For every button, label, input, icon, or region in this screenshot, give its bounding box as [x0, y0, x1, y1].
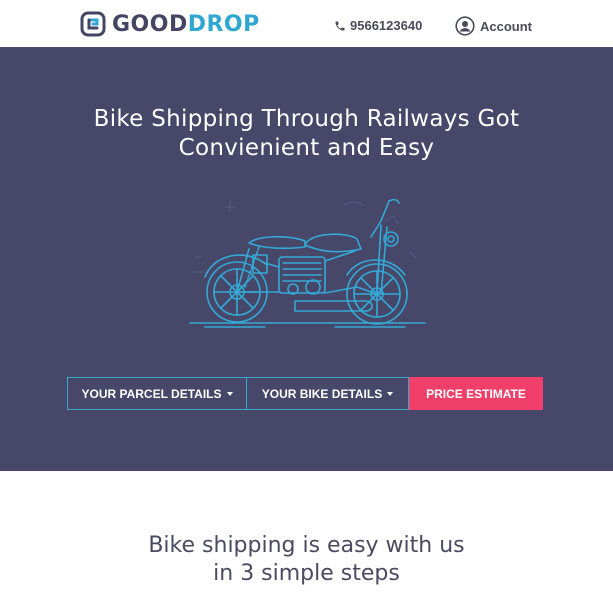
- brand-logo[interactable]: GOODDROP: [80, 10, 260, 38]
- logo-text-good: GOOD: [112, 11, 188, 37]
- caret-down-icon: [226, 392, 233, 396]
- user-circle-icon: [455, 16, 475, 36]
- phone-contact[interactable]: 9566123640: [334, 18, 422, 33]
- bike-details-dropdown[interactable]: YOUR BIKE DETAILS: [247, 377, 409, 410]
- hero-section: Bike Shipping Through Railways Got Convi…: [0, 47, 613, 471]
- steps-heading-line1: Bike shipping is easy with us: [148, 533, 465, 558]
- top-header: GOODDROP 9566123640 Account: [0, 0, 613, 47]
- account-link[interactable]: Account: [455, 16, 532, 36]
- parcel-details-label: YOUR PARCEL DETAILS: [81, 386, 222, 401]
- account-label: Account: [480, 18, 532, 34]
- price-estimate-label: PRICE ESTIMATE: [426, 386, 526, 401]
- parcel-details-dropdown[interactable]: YOUR PARCEL DETAILS: [67, 377, 247, 410]
- logo-text: GOODDROP: [112, 12, 260, 37]
- caret-down-icon: [387, 392, 394, 396]
- motorcycle-illustration: [189, 198, 426, 328]
- shipping-form-buttons: YOUR PARCEL DETAILS YOUR BIKE DETAILS PR…: [67, 377, 543, 410]
- phone-icon: [335, 21, 345, 30]
- hero-title: Bike Shipping Through Railways Got Convi…: [60, 105, 553, 163]
- bike-details-label: YOUR BIKE DETAILS: [261, 386, 383, 401]
- steps-heading-line2: in 3 simple steps: [213, 561, 400, 586]
- hero-title-line1: Bike Shipping Through Railways Got: [93, 106, 520, 132]
- steps-heading: Bike shipping is easy with us in 3 simpl…: [60, 532, 553, 588]
- logo-text-drop: DROP: [187, 11, 260, 37]
- phone-number: 9566123640: [350, 18, 423, 33]
- price-estimate-button[interactable]: PRICE ESTIMATE: [409, 377, 543, 410]
- hero-title-line2: Convienient and Easy: [178, 135, 435, 161]
- gooddrop-logo-icon: [80, 11, 106, 37]
